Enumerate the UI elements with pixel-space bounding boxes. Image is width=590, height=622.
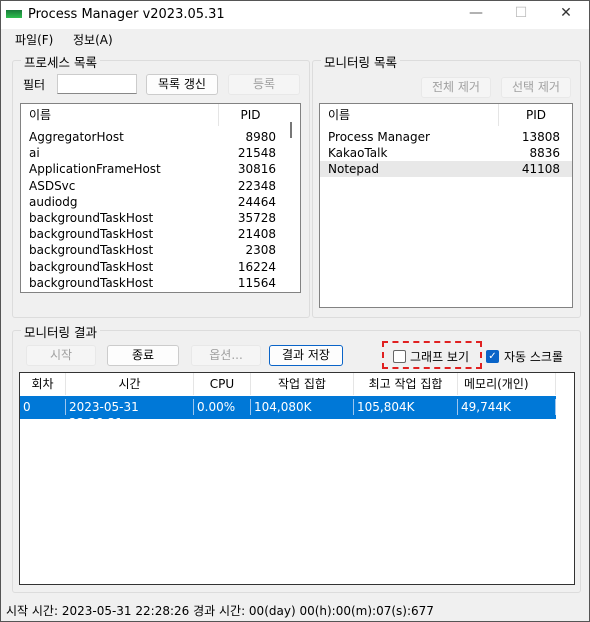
filter-label: 필터 <box>23 78 46 92</box>
group-label: 모니터링 결과 <box>21 322 100 341</box>
register-button[interactable]: 등록 <box>228 74 300 95</box>
maximize-button[interactable]: ☐ <box>506 5 536 25</box>
window-title: Process Manager v2023.05.31 <box>28 7 225 22</box>
result-cell[interactable]: 2023-05-31 22:28:31 <box>69 399 194 430</box>
column-header[interactable]: 시간 <box>66 373 194 395</box>
monitor-name[interactable]: Notepad <box>328 161 379 177</box>
monitor-name[interactable]: KakaoTalk <box>328 145 387 161</box>
process-name[interactable]: backgroundTaskHost <box>29 226 153 242</box>
column-header[interactable]: 회차 <box>20 373 66 395</box>
result-cell[interactable]: 0.00% <box>197 399 251 415</box>
process-pid[interactable]: 11564 <box>218 275 276 291</box>
process-list[interactable]: 이름 PID AggregatorHost 8980 ai 21548 Applicat… <box>20 103 301 293</box>
column-header[interactable]: CPU <box>194 373 251 395</box>
column-header[interactable]: 작업 집합 <box>251 373 354 395</box>
result-cell[interactable]: 0 <box>23 399 66 415</box>
remove-selected-button[interactable]: 선택 제거 <box>501 77 571 98</box>
title-bar: Process Manager v2023.05.31 — ☐ ✕ <box>1 1 589 29</box>
results-table[interactable]: 회차 시간 CPU 작업 집합 최고 작업 집합 메모리(개인) 0 2023-05-31 2… <box>19 372 575 585</box>
app-icon <box>6 10 22 18</box>
menu-file[interactable]: 파일(F) <box>15 31 53 48</box>
column-header-name[interactable]: 이름 <box>328 104 350 126</box>
scrollbar-thumb[interactable] <box>290 122 292 138</box>
result-cell[interactable]: 49,744K <box>461 399 556 415</box>
process-pid[interactable]: 2308 <box>218 242 276 258</box>
process-name[interactable]: ai <box>29 145 40 161</box>
process-name[interactable]: ApplicationFrameHost <box>29 161 161 177</box>
autoscroll-checkbox[interactable]: ✓ <box>486 350 499 363</box>
monitor-name[interactable]: Process Manager <box>328 129 430 145</box>
graph-checkbox[interactable] <box>393 350 406 363</box>
process-name[interactable]: ASDSvc <box>29 178 75 194</box>
monitor-pid[interactable]: 13808 <box>498 129 560 145</box>
process-pid[interactable]: 8980 <box>218 129 276 145</box>
process-pid[interactable]: 16224 <box>218 259 276 275</box>
process-pid[interactable]: 21408 <box>218 226 276 242</box>
process-name[interactable]: audiodg <box>29 194 78 210</box>
column-header-pid[interactable]: PID <box>498 104 572 126</box>
result-cell[interactable]: 105,804K <box>357 399 458 415</box>
status-bar: 시작 시간: 2023-05-31 22:28:26 경과 시간: 00(day… <box>6 604 434 618</box>
monitor-list[interactable]: 이름 PID Process Manager 13808 KakaoTalk 8836… <box>319 103 573 308</box>
process-pid[interactable]: 21548 <box>218 145 276 161</box>
monitor-pid[interactable]: 41108 <box>498 161 560 177</box>
group-label: 프로세스 목록 <box>21 52 100 71</box>
process-pid[interactable]: 35728 <box>218 210 276 226</box>
monitor-pid[interactable]: 8836 <box>498 145 560 161</box>
app-window: Process Manager v2023.05.31 — ☐ ✕ 파일(F) … <box>0 0 590 622</box>
close-button[interactable]: ✕ <box>551 5 581 25</box>
graph-checkbox-label[interactable]: 그래프 보기 <box>410 348 469 365</box>
process-name[interactable]: AggregatorHost <box>29 129 124 145</box>
column-header[interactable]: 메모리(개인) <box>458 373 556 395</box>
column-header-name[interactable]: 이름 <box>29 104 51 126</box>
options-button[interactable]: 옵션... <box>191 345 261 366</box>
process-name[interactable]: backgroundTaskHost <box>29 259 153 275</box>
stop-button[interactable]: 종료 <box>107 345 179 366</box>
filter-input[interactable] <box>57 74 137 94</box>
start-button[interactable]: 시작 <box>26 345 96 366</box>
column-header-pid[interactable]: PID <box>218 104 282 126</box>
group-label: 모니터링 목록 <box>321 52 400 71</box>
process-name[interactable]: backgroundTaskHost <box>29 275 153 291</box>
refresh-list-button[interactable]: 목록 갱신 <box>146 74 218 95</box>
minimize-button[interactable]: — <box>461 5 491 25</box>
result-cell[interactable]: 104,080K <box>254 399 354 415</box>
autoscroll-checkbox-label[interactable]: 자동 스크롤 <box>504 348 563 365</box>
remove-all-button[interactable]: 전체 제거 <box>421 77 491 98</box>
menu-info[interactable]: 정보(A) <box>73 31 113 48</box>
process-pid[interactable]: 22348 <box>218 178 276 194</box>
process-pid[interactable]: 24464 <box>218 194 276 210</box>
process-pid[interactable]: 30816 <box>218 161 276 177</box>
save-results-button[interactable]: 결과 저장 <box>269 345 343 366</box>
process-name[interactable]: backgroundTaskHost <box>29 210 153 226</box>
process-name[interactable]: backgroundTaskHost <box>29 242 153 258</box>
column-header[interactable]: 최고 작업 집합 <box>354 373 458 395</box>
